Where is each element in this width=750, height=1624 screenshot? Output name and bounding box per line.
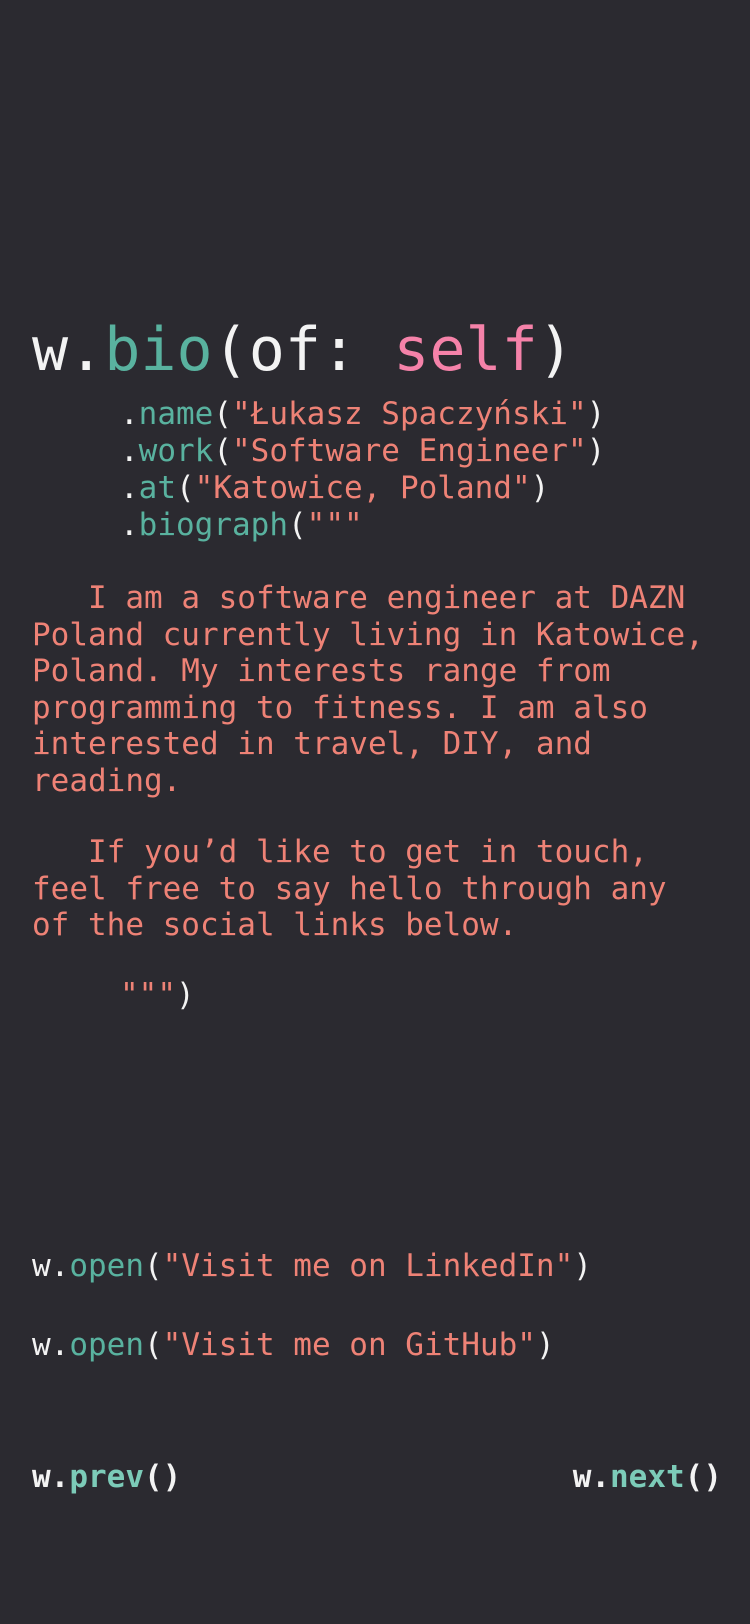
title-object: w. [32,315,105,385]
work-value: "Software Engineer" [232,433,587,469]
prev-button[interactable]: w.prev() [32,1459,181,1496]
title-close-paren: ) [537,315,574,385]
close-paren: ) [535,1327,555,1363]
work-line: .work("Software Engineer") [120,433,605,470]
chain-dot: . [120,507,139,543]
name-value: "Łukasz Spaczyński" [232,396,587,432]
open-paren: ( [143,1327,163,1363]
bio-paragraph-2: If you’d like to get in touch, feel free… [32,834,686,943]
linkedin-label[interactable]: "Visit me on LinkedIn" [163,1248,574,1284]
biograph-closing: """) [120,977,195,1014]
work-method: work [138,433,214,469]
title-keyword: self [393,315,538,385]
github-label[interactable]: "Visit me on GitHub" [163,1327,536,1363]
link-object: w. [32,1248,70,1284]
open-paren: ( [176,470,195,506]
location-value: "Katowice, Poland" [194,470,531,506]
next-parens: () [684,1459,722,1495]
title-open-paren: ( [212,315,249,385]
title-method: bio [104,315,213,385]
chain-dot: . [120,433,139,469]
linkedin-link[interactable]: w.open("Visit me on LinkedIn") [32,1248,592,1285]
chain-dot: . [120,470,139,506]
next-object: w. [572,1459,611,1495]
open-paren: ( [287,507,307,543]
name-method: name [138,396,214,432]
open-paren: ( [213,433,232,469]
open-quotes: """ [306,507,363,543]
prev-parens: () [143,1459,182,1495]
page-title: w.bio(of: self) [32,312,574,388]
chain-dot: . [120,396,139,432]
closing-quotes: """ [120,977,176,1013]
close-paren: ) [573,1248,592,1284]
prev-object: w. [32,1459,70,1495]
biograph-line: .biograph(""" [120,507,363,544]
open-paren: ( [213,396,232,432]
location-line: .at("Katowice, Poland") [120,470,549,507]
title-param: of: [248,315,394,385]
github-link[interactable]: w.open("Visit me on GitHub") [32,1327,555,1364]
at-method: at [138,470,176,506]
next-method: next [610,1459,685,1495]
biograph-method: biograph [138,507,288,543]
close-paren: ) [586,396,606,432]
close-paren: ) [586,433,606,469]
prev-method: prev [69,1459,144,1495]
link-method: open [69,1248,144,1284]
next-button[interactable]: w.next() [573,1459,722,1496]
closing-paren: ) [176,977,195,1013]
close-paren: ) [530,470,550,506]
name-line: .name("Łukasz Spaczyński") [120,396,605,433]
open-paren: ( [143,1248,163,1284]
link-object: w. [32,1327,70,1363]
link-method: open [69,1327,144,1363]
bio-paragraph-1: I am a software engineer at DAZN Poland … [32,580,723,799]
